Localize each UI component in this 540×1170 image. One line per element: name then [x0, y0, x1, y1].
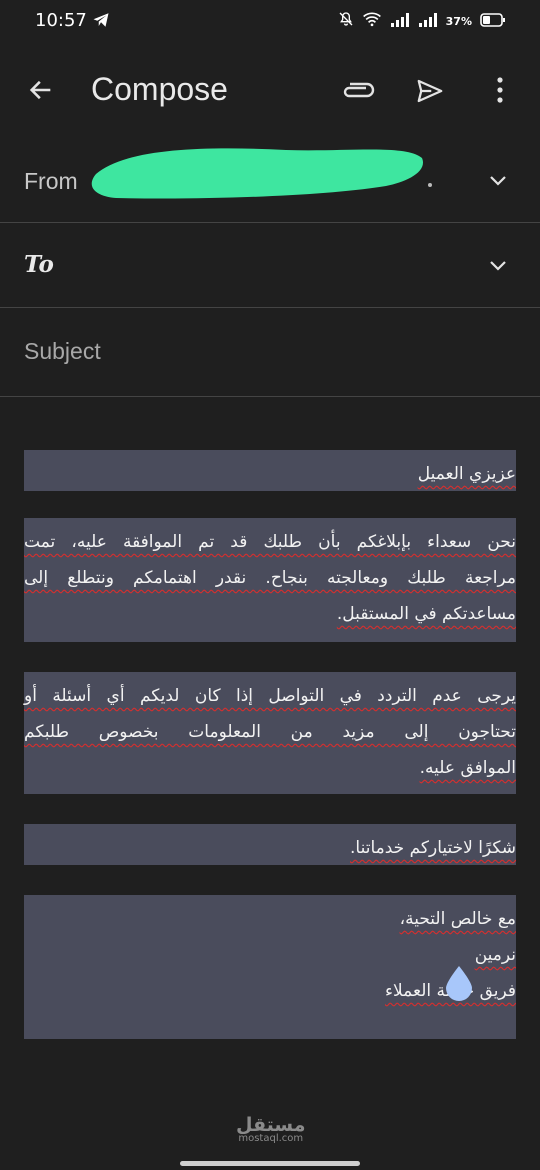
subject-field[interactable]: Subject	[0, 308, 540, 396]
signal-icon	[418, 12, 438, 31]
thanks-text: شكرًا لاختياركم خدماتنا.	[350, 838, 516, 858]
to-row[interactable]: To	[0, 223, 540, 307]
send-icon[interactable]	[414, 76, 446, 110]
chevron-down-icon[interactable]	[486, 253, 510, 281]
para2-line: الموافق عليه.	[419, 758, 516, 778]
subject-placeholder: Subject	[24, 338, 101, 364]
para2-line: تحتاجون إلى مزيد من المعلومات بخصوص طلبك…	[24, 722, 516, 742]
back-arrow-icon[interactable]	[26, 76, 56, 108]
attach-icon[interactable]	[342, 78, 376, 106]
battery-percent: 37%	[445, 14, 472, 28]
cursor-handle-icon[interactable]	[444, 964, 474, 1006]
watermark: مستقل mostaql.com	[236, 1114, 306, 1144]
page-title: Compose	[91, 71, 228, 107]
para1-line: مساعدتكم في المستقبل.	[336, 604, 516, 624]
para2-line: يرجى عدم التردد في التواصل إذا كان لديكم…	[24, 686, 516, 706]
closing-line: مع خالص التحية،	[399, 909, 516, 929]
body-paragraph-2[interactable]: يرجى عدم التردد في التواصل إذا كان لديكم…	[24, 672, 516, 794]
home-indicator[interactable]	[180, 1161, 360, 1166]
body-greeting[interactable]: عزيزي العميل	[24, 450, 516, 491]
redaction-mark	[91, 148, 424, 199]
wifi-icon	[362, 11, 382, 31]
para1-line: مراجعة طلبك ومعالجته بنجاح. نقدر اهتمامك…	[24, 568, 516, 588]
from-label: From	[24, 168, 78, 194]
battery-icon	[480, 12, 506, 31]
status-bar: 10:57 37%	[0, 0, 540, 40]
closing-line: نرمين	[474, 945, 516, 965]
telegram-icon	[92, 11, 110, 33]
body-thanks[interactable]: شكرًا لاختياركم خدماتنا.	[24, 824, 516, 865]
signal-icon	[390, 12, 410, 31]
chevron-down-icon[interactable]	[486, 168, 510, 196]
mute-icon	[338, 11, 354, 31]
status-time: 10:57	[35, 10, 87, 31]
para1-line: نحن سعداء بإبلاغكم بأن طلبك قد تم المواف…	[24, 532, 516, 552]
compose-app-bar: Compose	[0, 56, 540, 126]
to-label: To	[24, 251, 54, 278]
redaction-dot	[428, 183, 432, 187]
watermark-latin: mostaql.com	[238, 1133, 304, 1144]
body-paragraph-1[interactable]: نحن سعداء بإبلاغكم بأن طلبك قد تم المواف…	[24, 518, 516, 642]
greeting-text: عزيزي العميل	[417, 464, 516, 484]
body-closing[interactable]: مع خالص التحية، نرمين فريق خدمة العملاء	[24, 895, 516, 1039]
divider	[0, 396, 540, 397]
more-vert-icon[interactable]	[496, 76, 504, 108]
